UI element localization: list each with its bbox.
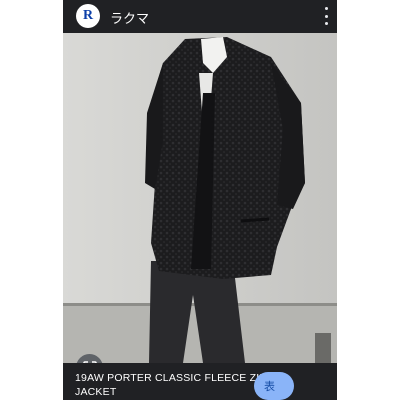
product-photo[interactable]	[63, 33, 337, 363]
visit-button[interactable]: 表	[254, 372, 294, 400]
rakuma-logo-icon[interactable]: R	[76, 4, 100, 28]
viewer-screen: R ラクマ 19AW PORTER CLASSIC FLEECE ZIP JAC…	[63, 0, 337, 400]
more-options-icon[interactable]	[323, 7, 329, 25]
result-caption[interactable]: 19AW PORTER CLASSIC FLEECE ZIP JACKET	[63, 363, 337, 400]
product-photo-image	[63, 33, 337, 363]
app-logo-letter: R	[82, 8, 94, 23]
top-bar: R ラクマ	[63, 0, 337, 33]
app-name[interactable]: ラクマ	[110, 8, 149, 27]
visit-button-label: 表	[264, 381, 275, 393]
